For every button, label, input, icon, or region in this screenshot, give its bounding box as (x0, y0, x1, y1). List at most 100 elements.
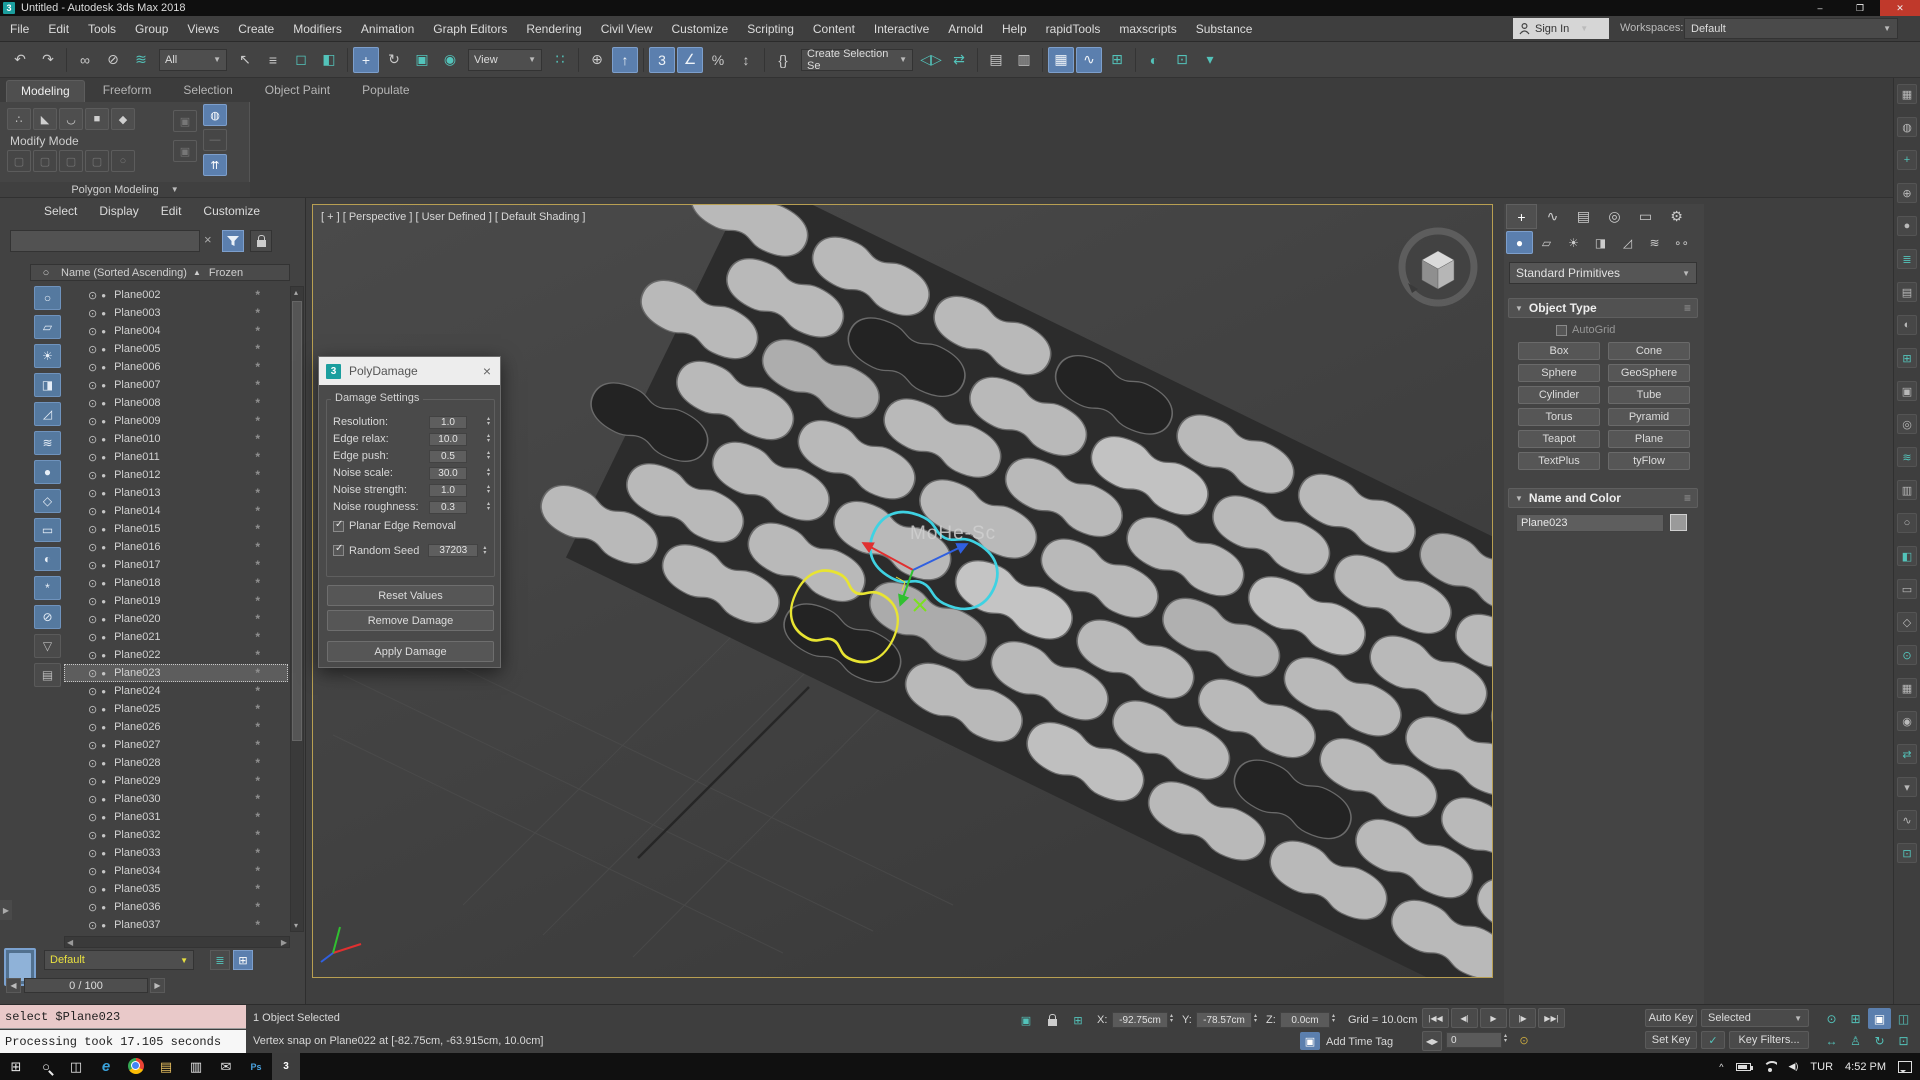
dock-icon[interactable]: ● (1897, 216, 1917, 236)
expand-stack-icon[interactable]: ⇈ (203, 154, 227, 176)
language-indicator[interactable]: TUR (1810, 1061, 1833, 1073)
pin-stack-icon[interactable]: ◍ (203, 104, 227, 126)
dialog-title-bar[interactable]: 3 PolyDamage × (319, 357, 500, 385)
tab-create[interactable]: + (1506, 204, 1537, 229)
eye-icon[interactable]: ⊙ (88, 739, 97, 752)
render-setup-icon[interactable]: ⊡ (1169, 47, 1195, 73)
menu-item[interactable]: Create (238, 22, 274, 36)
x-coordinate-field[interactable]: -92.75cm (1112, 1012, 1168, 1028)
spinner-arrows[interactable] (483, 546, 486, 556)
edge-icon[interactable]: e (92, 1053, 120, 1080)
scene-object-row[interactable]: ⊙ ● Plane035 * (64, 880, 288, 898)
eye-icon[interactable]: ⊙ (88, 523, 97, 536)
eye-icon[interactable]: ⊙ (88, 631, 97, 644)
eye-icon[interactable]: ⊙ (88, 505, 97, 518)
task-view-button[interactable]: ◫ (62, 1053, 90, 1080)
zoom-region-button[interactable]: ◫ (1892, 1008, 1915, 1029)
category-space-warps[interactable]: ≋ (1641, 231, 1668, 254)
eye-icon[interactable]: ⊙ (88, 847, 97, 860)
scene-object-row[interactable]: ⊙ ● Plane022 * (64, 646, 288, 664)
object-name-field[interactable]: Plane023 (1516, 514, 1664, 532)
reference-coordinate-dropdown[interactable]: View▼ (468, 49, 542, 71)
filter-selection-sets-icon[interactable]: ○ (34, 286, 61, 310)
selection-filter-dropdown[interactable]: All▼ (159, 49, 227, 71)
category-geometry[interactable]: ● (1506, 231, 1533, 254)
border-mode-icon[interactable]: ◡ (59, 108, 83, 130)
scene-object-row[interactable]: ⊙ ● Plane031 * (64, 808, 288, 826)
object-type-button[interactable]: Box (1518, 342, 1600, 360)
scene-object-row[interactable]: ⊙ ● Plane016 * (64, 538, 288, 556)
renderable-icon[interactable]: ● (101, 453, 106, 462)
named-selection-dropdown[interactable]: Create Selection Se▼ (801, 49, 913, 71)
renderable-icon[interactable]: ● (101, 777, 106, 786)
y-coordinate-field[interactable]: -78.57cm (1196, 1012, 1252, 1028)
scene-object-row[interactable]: ⊙ ● Plane002 * (64, 286, 288, 304)
scene-object-row[interactable]: ⊙ ● Plane034 * (64, 862, 288, 880)
spinner-arrows[interactable] (487, 451, 490, 461)
snap-toggle-3d-icon[interactable]: 3 (649, 47, 675, 73)
window-crossing-icon[interactable]: ◧ (316, 47, 342, 73)
ribbon-tool-icon[interactable]: — (203, 129, 227, 151)
polygon-modeling-header[interactable]: Polygon Modeling ▼ (0, 182, 250, 197)
zoom-button[interactable]: ⊙ (1820, 1008, 1843, 1029)
eye-icon[interactable]: ⊙ (88, 361, 97, 374)
category-systems[interactable]: ∘∘ (1668, 231, 1695, 254)
undo-icon[interactable]: ↶ (7, 47, 33, 73)
tab-hierarchy[interactable]: ▤ (1568, 204, 1599, 229)
orbit-button[interactable]: ↻ (1868, 1030, 1891, 1051)
scene-object-row[interactable]: ⊙ ● Plane011 * (64, 448, 288, 466)
battery-icon[interactable] (1736, 1063, 1751, 1071)
toolbar-separator[interactable] (1042, 48, 1043, 72)
eye-icon[interactable]: ⊙ (88, 289, 97, 302)
photoshop-icon[interactable]: Ps (242, 1053, 270, 1080)
file-explorer-icon[interactable]: ▤ (152, 1053, 180, 1080)
dock-icon[interactable]: ◍ (1897, 117, 1917, 137)
hidden-icons-button[interactable]: ^ (1719, 1062, 1723, 1072)
set-key-button[interactable]: Set Key (1645, 1031, 1697, 1049)
dock-icon[interactable]: ≋ (1897, 447, 1917, 467)
category-shapes[interactable]: ▱ (1533, 231, 1560, 254)
scene-object-row[interactable]: ⊙ ● Plane004 * (64, 322, 288, 340)
object-type-button[interactable]: Pyramid (1608, 408, 1690, 426)
apply-damage-button[interactable]: Apply Damage (327, 641, 494, 662)
key-selection-dropdown[interactable]: Selected ▼ (1701, 1009, 1809, 1027)
menu-item[interactable]: Content (813, 22, 855, 36)
eye-icon[interactable]: ⊙ (88, 469, 97, 482)
action-center-icon[interactable] (1898, 1061, 1912, 1073)
tab-utilities[interactable]: ⚙ (1661, 204, 1692, 229)
object-type-button[interactable]: TextPlus (1518, 452, 1600, 470)
dock-icon[interactable]: + (1897, 150, 1917, 170)
eye-icon[interactable]: ⊙ (88, 703, 97, 716)
scene-object-row[interactable]: ⊙ ● Plane030 * (64, 790, 288, 808)
eye-icon[interactable]: ⊙ (88, 811, 97, 824)
layer-list-button[interactable]: ≣ (210, 950, 230, 970)
search-input[interactable] (10, 230, 200, 252)
scene-object-row[interactable]: ⊙ ● Plane005 * (64, 340, 288, 358)
renderable-icon[interactable]: ● (101, 885, 106, 894)
modify-tool-icon[interactable]: ▢ (85, 150, 109, 172)
bind-to-space-warp-icon[interactable]: ≋ (128, 47, 154, 73)
menu-item[interactable]: Modifiers (293, 22, 342, 36)
clock[interactable]: 4:52 PM (1845, 1061, 1886, 1073)
random-seed-checkbox[interactable] (333, 545, 344, 556)
menu-item[interactable]: Customize (672, 22, 729, 36)
toolbar-separator[interactable] (1135, 48, 1136, 72)
random-seed-field[interactable]: 37203 (428, 544, 478, 557)
toggle-scene-explorer-icon[interactable]: ▤ (983, 47, 1009, 73)
modify-tool-icon[interactable]: ○ (111, 150, 135, 172)
ribbon-tool-icon[interactable]: ▣ (173, 110, 197, 132)
filter-button[interactable] (222, 230, 244, 252)
max-taskbar-icon[interactable]: 3 (272, 1053, 300, 1080)
reset-values-button[interactable]: Reset Values (327, 585, 494, 606)
parameter-value-field[interactable]: 0.5 (429, 450, 467, 463)
scene-object-row[interactable]: ⊙ ● Plane028 * (64, 754, 288, 772)
polygon-mode-icon[interactable]: ■ (85, 108, 109, 130)
object-color-swatch[interactable] (1670, 514, 1687, 531)
search-button[interactable]: ○ (32, 1053, 60, 1080)
scrollbar-thumb[interactable] (292, 301, 302, 741)
dock-icon[interactable]: ▦ (1897, 678, 1917, 698)
eye-icon[interactable]: ⊙ (88, 793, 97, 806)
toggle-ribbon-icon[interactable]: ▦ (1048, 47, 1074, 73)
eye-icon[interactable]: ⊙ (88, 865, 97, 878)
scene-object-row[interactable]: ⊙ ● Plane006 * (64, 358, 288, 376)
